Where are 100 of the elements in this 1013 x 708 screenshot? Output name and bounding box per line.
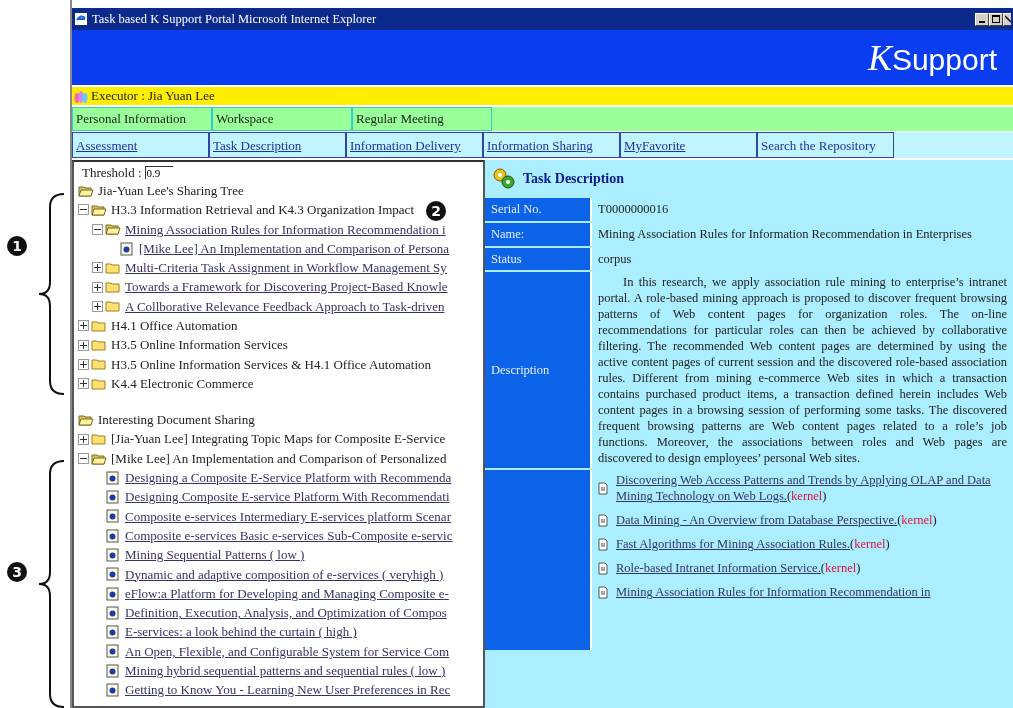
tree-link[interactable]: Towards a Framework for Discovering Project-Based Knowle <box>125 277 448 297</box>
maximize-icon <box>992 15 1000 23</box>
document-icon <box>119 241 135 256</box>
document-icon <box>598 561 608 575</box>
field-label: Name: <box>485 222 590 246</box>
expand-toggle[interactable] <box>92 262 103 274</box>
tree-item[interactable]: H3.5 Online Information Services <box>111 335 288 355</box>
document-icon <box>105 528 121 543</box>
expand-toggle[interactable] <box>78 433 89 445</box>
callout-number: 2 <box>426 201 446 221</box>
field-label: Serial No. <box>485 198 590 221</box>
menu-tab[interactable]: Personal Information <box>72 107 212 131</box>
menu-tab[interactable]: Regular Meeting <box>352 107 492 131</box>
reference-link[interactable]: Fast Algorithms for Mining Association Rules.(kernel) <box>616 536 890 553</box>
open-folder-icon <box>91 202 107 217</box>
document-icon <box>105 490 121 505</box>
gears-icon <box>491 165 517 191</box>
document-icon <box>105 683 121 698</box>
expand-toggle[interactable] <box>78 320 89 332</box>
nav-link[interactable]: Information Sharing <box>483 132 620 158</box>
document-icon <box>105 567 121 582</box>
browser-icon <box>74 12 88 26</box>
tree-link[interactable]: [Mike Lee] An Implementation and Comparison of Persona <box>139 238 450 259</box>
reference-link[interactable]: Role-based Intranet Information Service.(kernel) <box>616 560 861 577</box>
tree-link[interactable]: Definition, Execution, Analysis, and Optimization of Compos <box>125 603 447 623</box>
nav-link[interactable]: Task Description <box>209 132 346 158</box>
close-button[interactable] <box>1003 12 1011 26</box>
folder-icon <box>91 318 107 333</box>
tree-link[interactable]: Designing Composite E-service Platform With Recommendati <box>125 487 450 507</box>
collapse-toggle[interactable] <box>78 453 89 464</box>
tree-link[interactable]: Mining Association Rules for Information Recommendation i <box>125 219 446 239</box>
tree-link[interactable]: Composite e-services Intermediary E-services platform Scenar <box>125 506 451 527</box>
collapse-toggle[interactable] <box>78 204 89 216</box>
nav-link[interactable]: MyFavorite <box>620 132 757 158</box>
folder-icon <box>105 260 121 275</box>
callout-number: 1 <box>7 236 27 256</box>
tree-item[interactable]: [Jia-Yuan Lee] Integrating Topic Maps for Composite E-Service <box>111 429 446 449</box>
document-icon <box>598 481 608 495</box>
document-icon <box>598 513 608 527</box>
threshold-field[interactable]: 0.9 <box>144 166 173 179</box>
tree-item[interactable]: H4.1 Office Automation <box>111 316 238 336</box>
minimize-button[interactable] <box>975 12 989 26</box>
menu-tab[interactable]: Workspace <box>212 107 352 131</box>
tree-link[interactable]: Mining Sequential Patterns ( low ) <box>125 545 305 565</box>
field-label: Description <box>485 272 590 469</box>
tree-root[interactable]: Interesting Document Sharing <box>98 410 255 430</box>
tree-item[interactable]: [Mike Lee] An Implementation and Comparison of Personalized <box>111 448 447 469</box>
expand-toggle[interactable] <box>92 300 103 312</box>
field-label: Status <box>485 247 590 271</box>
tree-item[interactable]: K4.4 Electronic Commerce <box>111 373 254 394</box>
nav-link[interactable]: Information Delivery <box>346 132 483 158</box>
folder-icon <box>105 280 121 295</box>
collapse-toggle[interactable] <box>92 223 103 235</box>
panel-title: Task Description <box>523 169 624 188</box>
document-icon <box>105 625 121 640</box>
document-icon <box>105 548 121 562</box>
people-icon <box>74 89 88 103</box>
menu-tab[interactable]: Search the Repository <box>757 132 894 158</box>
nav-link[interactable]: Assessment <box>72 132 209 158</box>
tree-link[interactable]: Dynamic and adaptive composition of e-services ( veryhigh ) <box>125 564 444 585</box>
tree-link[interactable]: A Collborative Relevance Feedback Approach to Task-driven <box>125 296 445 317</box>
reference-link[interactable]: Mining Association Rules for Information Recommendation in <box>616 584 931 601</box>
document-icon <box>105 663 121 678</box>
callout-number: 3 <box>7 562 27 582</box>
tree-link[interactable]: Getting to Know You - Learning New User Preferences in Rec <box>125 680 451 700</box>
document-icon <box>105 605 121 620</box>
executor-label: Executor : Jia Yuan Lee <box>91 87 215 106</box>
open-folder-icon <box>78 412 94 427</box>
reference-link[interactable]: Discovering Web Access Patterns and Trends by Applying OLAP and Data Mining Technology on Web Logs.(kernel) <box>616 472 1007 505</box>
open-folder-icon <box>78 183 94 198</box>
tree-link[interactable]: Designing a Composite E-Service Platform with Recommenda <box>125 468 452 488</box>
tree-item[interactable]: H3.3 Information Retrieval and K4.3 Organization Impact <box>111 200 414 220</box>
open-folder-icon <box>91 451 107 466</box>
tree-link[interactable]: eFlow:a Platform for Developing and Managing Composite e- <box>125 583 449 604</box>
folder-icon <box>105 299 121 314</box>
expand-toggle[interactable] <box>78 378 89 390</box>
tree-item[interactable]: H3.5 Online Information Services & H4.1 Office Automation <box>111 354 431 375</box>
tree-root[interactable]: Jia-Yuan Lee's Sharing Tree <box>98 180 244 201</box>
reference-link[interactable]: Data Mining - An Overview from Database Perspective.(kernel) <box>616 512 937 529</box>
expand-toggle[interactable] <box>78 339 89 351</box>
tree-link[interactable]: Mining hybrid sequential patterns and sequential rules ( low ) <box>125 661 446 681</box>
tree-link[interactable]: Multi-Criteria Task Assignment in Workflow Management Sy <box>125 258 447 278</box>
folder-icon <box>91 376 107 391</box>
tree-link[interactable]: An Open, Flexible, and Configurable System for Service Com <box>125 641 450 662</box>
maximize-button[interactable] <box>989 12 1003 26</box>
open-folder-icon <box>105 222 121 237</box>
close-icon <box>1004 15 1011 23</box>
tree-link[interactable]: E-services: a look behind the curtain ( high ) <box>125 622 357 642</box>
folder-icon <box>91 338 107 352</box>
document-icon <box>105 644 121 659</box>
expand-toggle[interactable] <box>78 358 89 370</box>
document-icon <box>598 537 608 551</box>
document-icon <box>598 585 608 599</box>
document-icon <box>105 509 121 524</box>
folder-icon <box>91 432 107 447</box>
tree-link[interactable]: Composite e-services Basic e-services Sub-Composite e-servic <box>125 525 453 546</box>
logo: KSupport <box>867 36 997 80</box>
expand-toggle[interactable] <box>92 281 103 293</box>
threshold-label: Threshold : <box>82 163 142 182</box>
folder-icon <box>91 357 107 372</box>
